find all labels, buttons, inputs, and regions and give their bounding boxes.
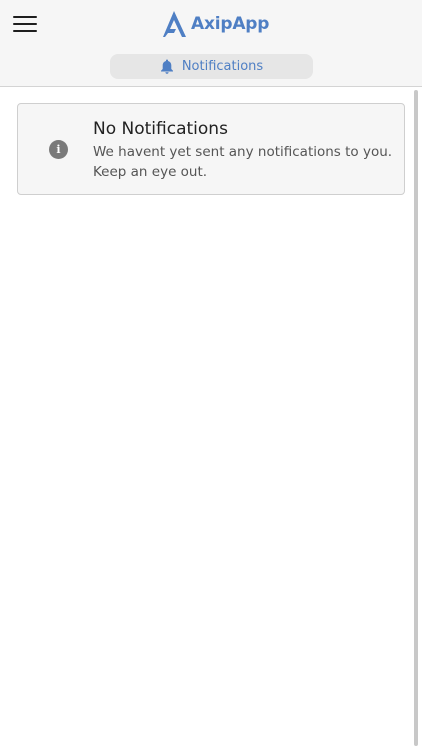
notice-message: We havent yet sent any notifications to … — [93, 144, 393, 180]
bell-icon — [160, 59, 173, 74]
axipapp-logo-icon — [163, 11, 186, 37]
info-icon: i — [49, 140, 68, 159]
app-name: AxipApp — [191, 14, 270, 34]
tab-notifications[interactable]: Notifications — [110, 54, 313, 79]
notice-title: No Notifications — [93, 119, 228, 139]
empty-notifications-card: i No Notifications We havent yet sent an… — [17, 103, 405, 195]
tab-label: Notifications — [181, 59, 264, 74]
scrollbar[interactable] — [414, 90, 418, 746]
top-bar: AxipApp Notifications — [0, 0, 422, 87]
hamburger-menu-icon[interactable] — [13, 14, 37, 34]
app-logo[interactable]: AxipApp — [163, 9, 269, 39]
